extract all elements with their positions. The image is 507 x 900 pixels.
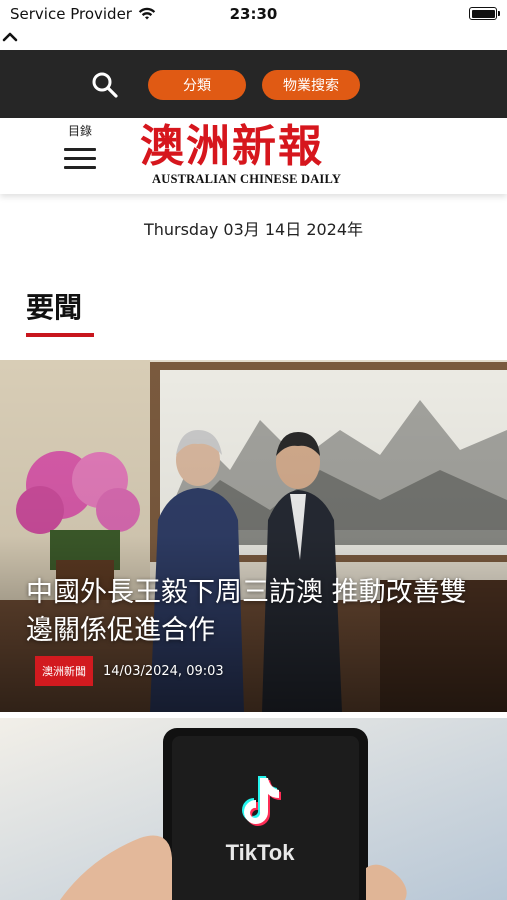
chevron-up-icon[interactable] (2, 31, 18, 43)
section-underline (26, 333, 94, 337)
article-datetime: 14/03/2024, 09:03 (103, 663, 224, 679)
article-meta: 澳洲新聞 14/03/2024, 09:03 (35, 656, 224, 686)
top-toolbar: 分類 物業搜索 (0, 50, 507, 118)
section-title: 要聞 (26, 291, 83, 324)
status-time: 23:30 (229, 5, 278, 23)
current-date: Thursday 03月 14日 2024年 (143, 220, 364, 239)
menu-button[interactable]: 目錄 (60, 122, 100, 178)
collapse-row (0, 28, 507, 50)
property-search-button[interactable]: 物業搜索 (262, 70, 360, 100)
article-card-second[interactable]: TikTok (0, 718, 507, 900)
battery-icon (469, 7, 500, 20)
search-button[interactable] (90, 70, 120, 100)
search-icon (92, 72, 118, 98)
article-photo-second: TikTok (0, 718, 507, 900)
status-bar: Service Provider 23:30 (0, 0, 507, 28)
menu-label: 目錄 (67, 124, 92, 138)
tiktok-label: TikTok (226, 840, 296, 865)
category-button[interactable]: 分類 (148, 70, 246, 100)
logo-chinese: 澳洲新報 (140, 121, 324, 172)
logo-english: AUSTRALIAN CHINESE DAILY (152, 172, 342, 186)
site-logo[interactable]: 澳洲新報 AUSTRALIAN CHINESE DAILY (140, 122, 372, 192)
hamburger-icon (64, 148, 96, 175)
site-header: 目錄 澳洲新報 AUSTRALIAN CHINESE DAILY (0, 118, 507, 194)
article-headline[interactable]: 中國外長王毅下周三訪澳 推動改善雙邊關係促進合作 (26, 574, 486, 650)
category-badge[interactable]: 澳洲新聞 (35, 656, 93, 686)
